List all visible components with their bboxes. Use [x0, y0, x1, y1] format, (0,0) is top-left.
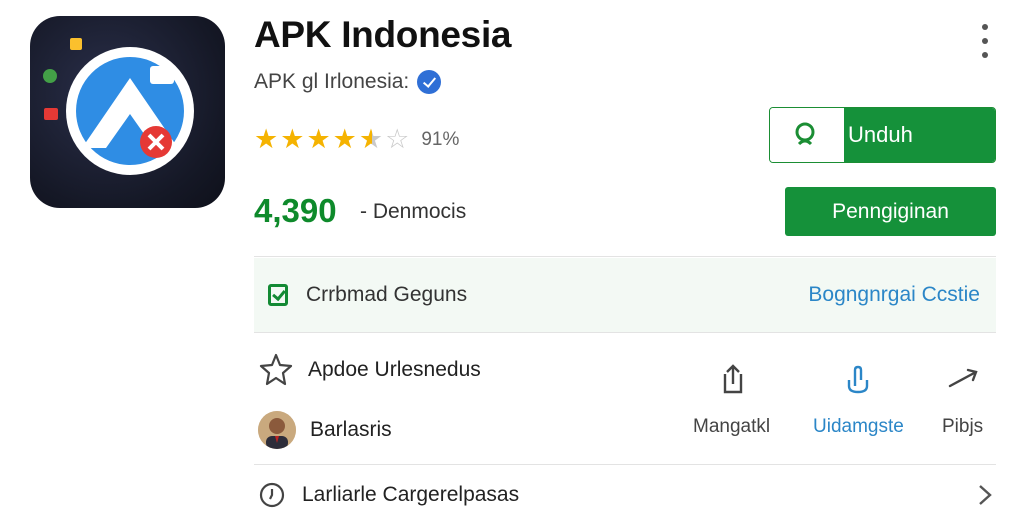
- tap-label: Uidamgste: [813, 416, 904, 437]
- info-text: Crrbmad Geguns: [306, 283, 468, 306]
- author-name: Barlasris: [310, 418, 392, 441]
- search-icon: [770, 108, 844, 162]
- unduh-label: Unduh: [844, 108, 995, 162]
- tap-action[interactable]: Uidamgste: [813, 362, 904, 438]
- rating-row: ★ ★ ★ ★ ★ ☆ 91%: [254, 126, 459, 153]
- star-icon: ★: [280, 124, 305, 154]
- divider: [254, 464, 996, 465]
- download-suffix: - Denmocis: [360, 200, 467, 223]
- unduh-button[interactable]: Unduh: [769, 107, 996, 163]
- divider: [254, 332, 996, 333]
- feature-text: Apdoe Urlesnedus: [308, 358, 481, 381]
- forward-label: Pibjs: [942, 416, 984, 437]
- info-banner: Crrbmad Geguns Bogngnrgai Ccstie: [254, 258, 996, 332]
- bottom-list-item[interactable]: Larliarle Cargerelpasas: [258, 478, 996, 512]
- developer-row[interactable]: APK gl Irlonesia:: [254, 70, 442, 94]
- app-icon: [30, 16, 225, 208]
- primary-action-button[interactable]: Penngiginan: [785, 187, 996, 236]
- star-icon: ★: [254, 124, 279, 154]
- share-action[interactable]: Mangatkl: [693, 362, 770, 438]
- badge-star-icon: [259, 353, 293, 386]
- touch-icon: [848, 365, 869, 394]
- clock-icon: [259, 482, 285, 508]
- avatar: [258, 411, 296, 449]
- share-label: Mangatkl: [693, 416, 771, 437]
- info-link[interactable]: Bogngnrgai Ccstie: [808, 283, 980, 307]
- star-icon: ★: [332, 124, 357, 154]
- chevron-right-icon: [979, 485, 992, 505]
- half-star-icon: ★: [358, 124, 384, 154]
- feature-row: Apdoe Urlesnedus: [258, 352, 481, 388]
- rating-percent: 91%: [421, 128, 460, 150]
- bottom-text: Larliarle Cargerelpasas: [302, 483, 520, 506]
- forward-arrow-icon: [948, 368, 978, 388]
- author-row[interactable]: Barlasris: [258, 411, 392, 449]
- empty-star-icon: ☆: [385, 124, 410, 154]
- star-icon: ★: [306, 124, 331, 154]
- forward-action[interactable]: Pibjs: [942, 362, 983, 438]
- app-title: APK Indonesia: [254, 14, 512, 55]
- divider: [254, 256, 996, 257]
- share-icon: [723, 364, 742, 394]
- verified-badge-icon: [417, 70, 442, 94]
- download-count: 4,390: [254, 192, 337, 229]
- developer-name: APK gl Irlonesia:: [254, 70, 410, 93]
- more-options-icon[interactable]: [975, 24, 995, 58]
- checkbox-icon: [268, 284, 288, 306]
